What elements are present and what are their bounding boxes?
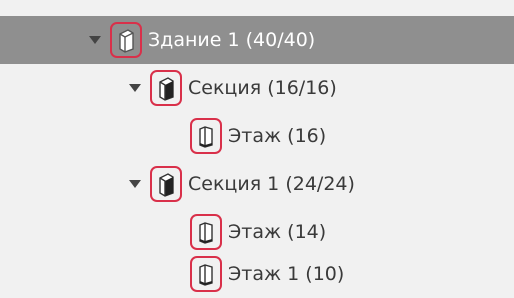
section-icon [150,166,182,202]
tree-node-label: Этаж (16) [228,125,327,147]
tree-node-floor[interactable]: Этаж (14) [0,208,514,256]
tree-node-floor[interactable]: Этаж (16) [0,112,514,160]
tree-node-label: Этаж (14) [228,221,327,243]
floor-icon [190,214,222,250]
expand-caret-icon[interactable] [128,81,142,95]
tree-node-label: Здание 1 (40/40) [148,29,316,51]
floor-icon [190,118,222,154]
tree-node-label: Секция (16/16) [188,77,337,99]
expand-caret-icon[interactable] [88,33,102,47]
floor-icon [190,256,222,292]
project-tree: Здание 1 (40/40) Секция (16/16) Этаж (16… [0,0,514,296]
tree-node-building-1[interactable]: Здание 1 (40/40) [0,16,514,64]
building-icon [110,22,142,58]
section-icon [150,70,182,106]
tree-node-label: Секция 1 (24/24) [188,173,355,195]
expand-caret-icon[interactable] [128,177,142,191]
tree-node-section[interactable]: Секция (16/16) [0,64,514,112]
tree-node-section-1[interactable]: Секция 1 (24/24) [0,160,514,208]
tree-node-floor-1[interactable]: Этаж 1 (10) [0,250,514,298]
tree-node-label: Этаж 1 (10) [228,263,345,285]
